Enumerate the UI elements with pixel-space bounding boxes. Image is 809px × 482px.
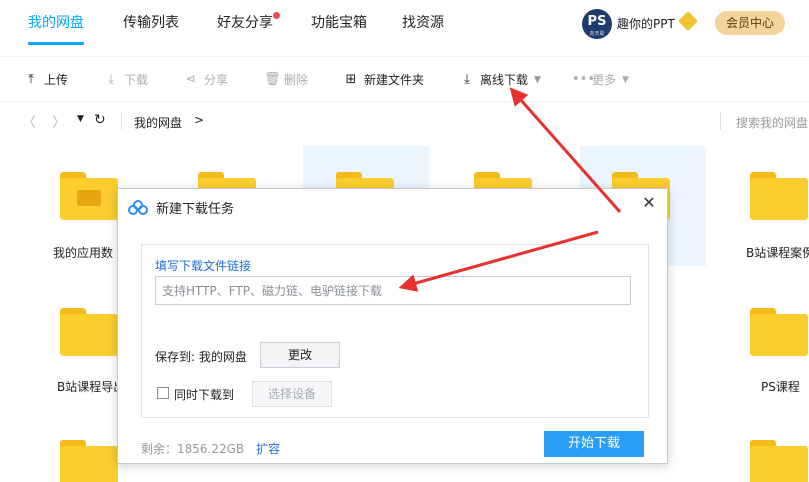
new-folder-icon: ⊞ xyxy=(345,72,357,87)
more-dots-icon: ••• xyxy=(572,72,596,87)
delete-label: 删除 xyxy=(284,73,309,87)
url-input[interactable] xyxy=(155,276,631,305)
chevron-down-icon: ▼ xyxy=(534,74,541,85)
upload-button[interactable]: ⤒ 上传 xyxy=(24,71,68,88)
active-tab-indicator xyxy=(28,42,84,45)
folder-icon[interactable] xyxy=(60,308,118,356)
offline-download-label: 离线下载 xyxy=(480,73,529,87)
folder-icon[interactable] xyxy=(750,172,808,220)
folder-name[interactable]: B站课程案例 xyxy=(746,244,809,261)
more-label: 更多 xyxy=(592,73,617,87)
new-download-dialog: 新建下载任务 ✕ 填写下载文件链接 保存到: 我的网盘 更改 同时下载到 选择设… xyxy=(117,188,668,464)
search-input[interactable]: 搜索我的网盘 xyxy=(736,114,808,131)
avatar-subtext: 向天歌 xyxy=(589,31,605,37)
upload-label: 上传 xyxy=(44,73,69,87)
vip-center-button[interactable]: 会员中心 xyxy=(715,11,785,35)
folder-icon[interactable] xyxy=(750,440,808,482)
refresh-icon[interactable]: ↻ xyxy=(94,112,106,128)
baidu-cloud-icon xyxy=(128,199,148,216)
avatar[interactable]: PS 向天歌 xyxy=(582,9,612,39)
folder-icon[interactable] xyxy=(60,172,118,220)
download-form: 填写下载文件链接 保存到: 我的网盘 更改 同时下载到 选择设备 xyxy=(141,244,649,418)
breadcrumb[interactable]: 我的网盘 xyxy=(134,114,182,131)
folder-icon[interactable] xyxy=(750,308,808,356)
remaining-space: 剩余：1856.22GB xyxy=(141,442,245,456)
divider xyxy=(720,112,721,130)
tab-toolbox[interactable]: 功能宝箱 xyxy=(311,12,367,32)
folder-name[interactable]: PS课程 xyxy=(761,378,800,395)
top-nav: 我的网盘 传输列表 好友分享 功能宝箱 找资源 PS 向天歌 趣你的PPT 会员… xyxy=(0,0,809,56)
folder-name[interactable]: B站课程导出 xyxy=(57,378,125,395)
new-folder-button[interactable]: ⊞ 新建文件夹 xyxy=(344,71,424,88)
forward-arrow-icon[interactable]: 〉 xyxy=(52,112,66,132)
share-icon: ⋖ xyxy=(185,72,197,87)
download-label: 下载 xyxy=(124,73,149,87)
user-name[interactable]: 趣你的PPT xyxy=(617,15,675,32)
toolbar: ⤒ 上传 ⤓ 下载 ⋖ 分享 🗑 删除 ⊞ 新建文件夹 ⤓ 离线下载 ▼ •••… xyxy=(0,56,809,102)
upload-icon: ⤒ xyxy=(28,72,34,87)
briefcase-icon xyxy=(77,190,101,206)
expand-storage-link[interactable]: 扩容 xyxy=(256,442,280,456)
offline-download-button[interactable]: ⤓ 离线下载 ▼ xyxy=(460,71,541,88)
divider xyxy=(121,112,122,130)
history-dropdown-icon[interactable]: ▼ xyxy=(77,114,84,124)
share-button[interactable]: ⋖ 分享 xyxy=(184,71,228,88)
dialog-title-bar: 新建下载任务 xyxy=(128,198,234,217)
delete-button[interactable]: 🗑 删除 xyxy=(264,71,308,88)
select-device-button[interactable]: 选择设备 xyxy=(252,381,332,407)
download-icon: ⤓ xyxy=(108,72,114,87)
tab-friend-share[interactable]: 好友分享 xyxy=(217,12,273,32)
tab-transfer-list[interactable]: 传输列表 xyxy=(123,12,179,32)
folder-name[interactable]: 我的应用数 xyxy=(53,244,113,261)
download-button[interactable]: ⤓ 下载 xyxy=(104,71,148,88)
tab-my-disk[interactable]: 我的网盘 xyxy=(28,12,84,32)
vip-diamond-icon xyxy=(678,11,698,31)
back-arrow-icon[interactable]: 〈 xyxy=(22,112,36,132)
notification-dot xyxy=(273,12,280,19)
more-button[interactable]: ••• 更多 ▼ xyxy=(572,71,629,88)
breadcrumb-arrow: > xyxy=(194,113,205,127)
trash-icon: 🗑 xyxy=(264,72,281,87)
share-label: 分享 xyxy=(204,73,229,87)
dialog-title: 新建下载任务 xyxy=(156,202,235,217)
new-folder-label: 新建文件夹 xyxy=(364,73,425,87)
link-label: 填写下载文件链接 xyxy=(155,259,252,273)
chevron-down-icon: ▼ xyxy=(622,74,629,85)
start-download-button[interactable]: 开始下载 xyxy=(544,431,644,457)
save-location-label: 保存到: 我的网盘 xyxy=(155,350,247,364)
offline-download-icon: ⤓ xyxy=(464,72,470,87)
tab-find-resources[interactable]: 找资源 xyxy=(402,12,444,32)
change-location-button[interactable]: 更改 xyxy=(260,342,340,368)
close-icon[interactable]: ✕ xyxy=(639,193,659,213)
avatar-text: PS xyxy=(587,14,607,29)
storage-info: 剩余：1856.22GB 扩容 xyxy=(141,440,280,457)
folder-icon[interactable] xyxy=(60,440,118,482)
sync-download-checkbox[interactable] xyxy=(157,387,169,399)
sync-download-label: 同时下载到 xyxy=(174,388,235,402)
path-bar: 〈 〉 ▼ ↻ 我的网盘 > 搜索我的网盘 xyxy=(0,102,809,140)
